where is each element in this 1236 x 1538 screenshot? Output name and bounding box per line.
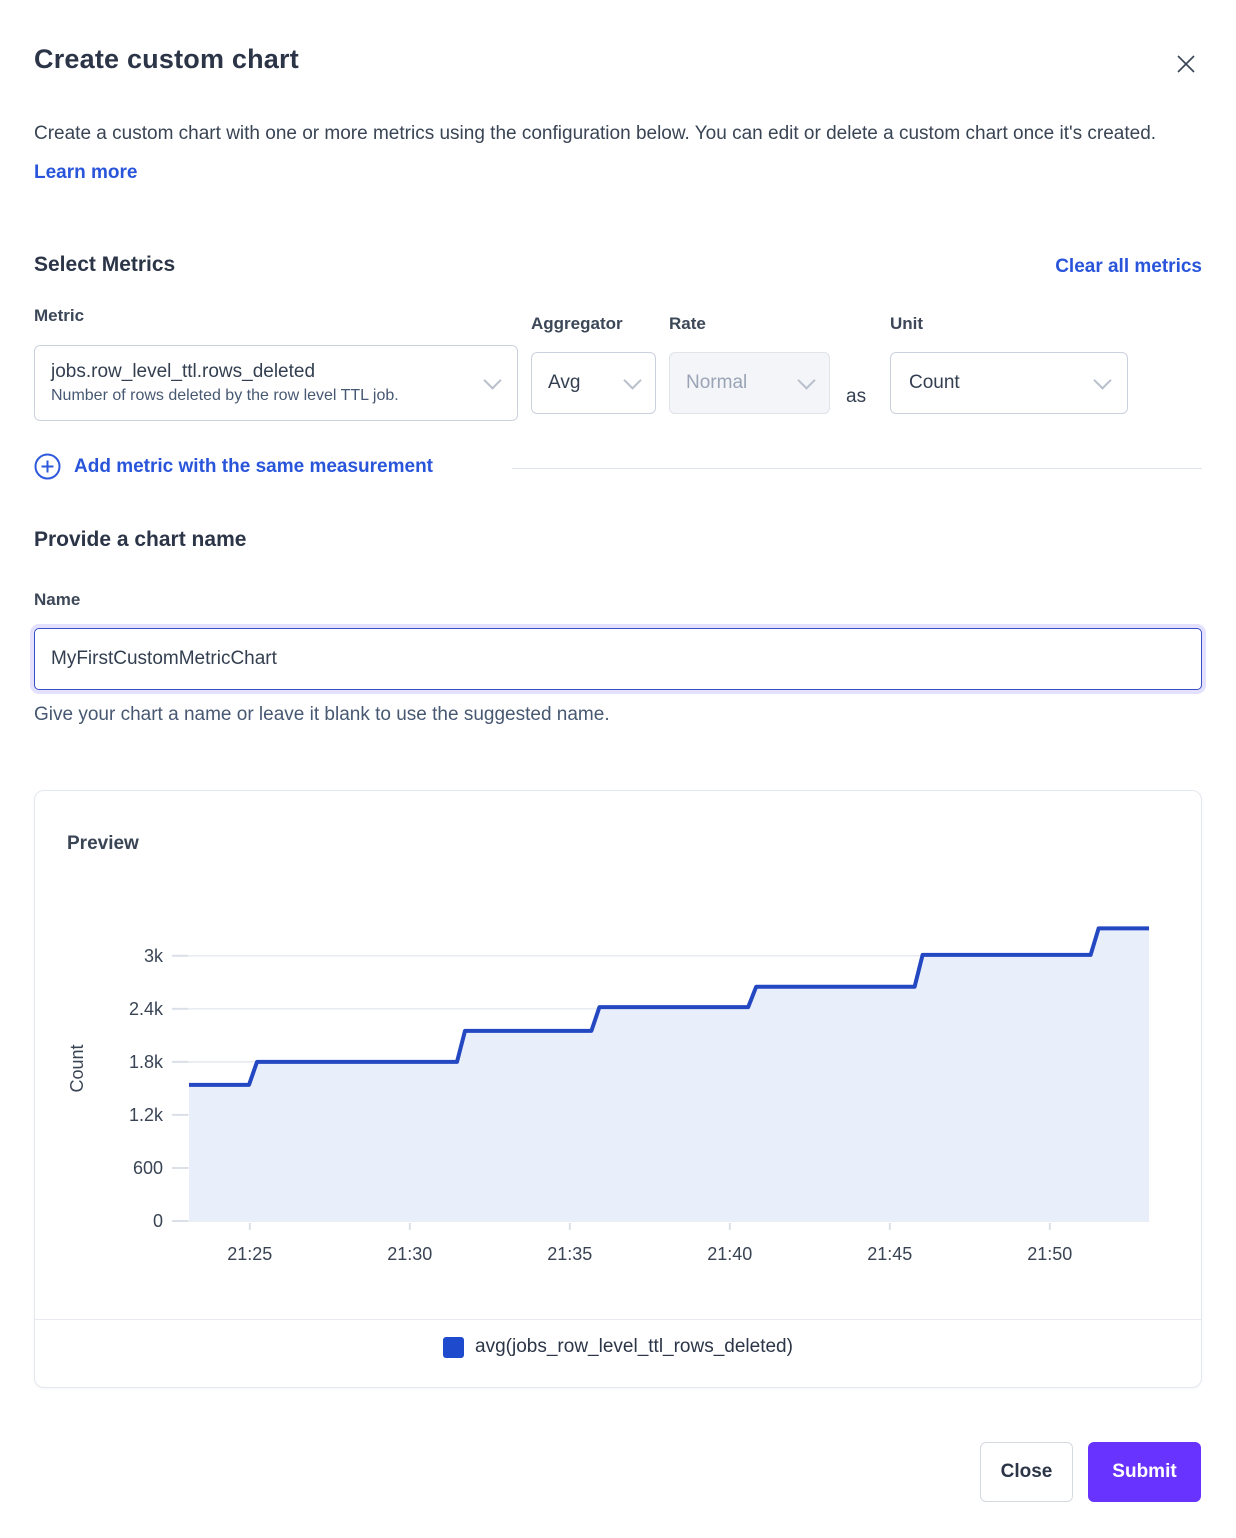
svg-text:1.2k: 1.2k bbox=[129, 1105, 164, 1125]
add-metric-button[interactable]: Add metric with the same measurement bbox=[34, 453, 433, 480]
description-text: Create a custom chart with one or more m… bbox=[34, 123, 1156, 144]
metric-select-description: Number of rows deleted by the row level … bbox=[51, 385, 486, 407]
add-metric-label: Add metric with the same measurement bbox=[74, 456, 433, 478]
divider bbox=[35, 1319, 1201, 1320]
svg-text:600: 600 bbox=[133, 1158, 163, 1178]
metric-column-label: Metric bbox=[34, 306, 84, 326]
svg-text:21:40: 21:40 bbox=[707, 1244, 752, 1264]
aggregator-select[interactable]: Avg bbox=[531, 352, 656, 414]
svg-text:21:30: 21:30 bbox=[387, 1244, 432, 1264]
svg-text:21:25: 21:25 bbox=[227, 1244, 272, 1264]
svg-text:Count: Count bbox=[67, 1044, 87, 1092]
chart-legend: avg(jobs_row_level_ttl_rows_deleted) bbox=[35, 1336, 1201, 1358]
preview-title: Preview bbox=[67, 833, 139, 855]
name-helper-text: Give your chart a name or leave it blank… bbox=[34, 704, 610, 726]
chart-name-heading: Provide a chart name bbox=[34, 528, 246, 552]
svg-text:21:50: 21:50 bbox=[1027, 1244, 1072, 1264]
submit-button-label: Submit bbox=[1112, 1461, 1176, 1483]
metric-select[interactable]: jobs.row_level_ttl.rows_deleted Number o… bbox=[34, 345, 518, 421]
select-metrics-heading: Select Metrics bbox=[34, 253, 175, 277]
add-circle-icon bbox=[34, 453, 61, 480]
legend-label: avg(jobs_row_level_ttl_rows_deleted) bbox=[475, 1336, 793, 1358]
preview-card: Preview 0 600 1.2k 1.8k 2.4k 3k 21:25 21:30 21:3… bbox=[34, 790, 1202, 1388]
as-label: as bbox=[846, 386, 866, 408]
rate-select-value: Normal bbox=[686, 372, 800, 394]
aggregator-select-value: Avg bbox=[548, 372, 626, 394]
rate-select: Normal bbox=[669, 352, 830, 414]
close-button[interactable]: Close bbox=[980, 1442, 1073, 1502]
rate-column-label: Rate bbox=[669, 314, 706, 334]
chevron-down-icon bbox=[623, 371, 641, 389]
metric-select-value: jobs.row_level_ttl.rows_deleted bbox=[51, 359, 486, 385]
svg-text:1.8k: 1.8k bbox=[129, 1052, 164, 1072]
svg-text:21:45: 21:45 bbox=[867, 1244, 912, 1264]
name-label: Name bbox=[34, 590, 80, 610]
legend-swatch-icon bbox=[443, 1337, 464, 1358]
divider bbox=[512, 468, 1202, 469]
svg-text:0: 0 bbox=[153, 1211, 163, 1231]
chevron-down-icon bbox=[483, 371, 501, 389]
svg-text:21:35: 21:35 bbox=[547, 1244, 592, 1264]
learn-more-link[interactable]: Learn more bbox=[34, 162, 137, 183]
name-input[interactable] bbox=[34, 628, 1202, 690]
unit-select[interactable]: Count bbox=[890, 352, 1128, 414]
close-icon bbox=[1175, 53, 1197, 75]
unit-column-label: Unit bbox=[890, 314, 923, 334]
close-button-label: Close bbox=[1001, 1461, 1053, 1483]
svg-text:2.4k: 2.4k bbox=[129, 999, 164, 1019]
aggregator-column-label: Aggregator bbox=[531, 314, 623, 334]
unit-select-value: Count bbox=[909, 372, 1096, 394]
modal-description: Create a custom chart with one or more m… bbox=[34, 114, 1176, 192]
chevron-down-icon bbox=[1093, 371, 1111, 389]
submit-button[interactable]: Submit bbox=[1088, 1442, 1201, 1502]
page-title: Create custom chart bbox=[34, 44, 299, 75]
create-custom-chart-modal: Create custom chart Create a custom char… bbox=[0, 0, 1236, 1538]
clear-all-metrics-link[interactable]: Clear all metrics bbox=[1055, 256, 1202, 278]
svg-text:3k: 3k bbox=[144, 946, 164, 966]
chevron-down-icon bbox=[797, 371, 815, 389]
preview-chart-svg: 0 600 1.2k 1.8k 2.4k 3k 21:25 21:30 21:35 21:40 21… bbox=[67, 901, 1171, 1269]
modal-close-button[interactable] bbox=[1168, 46, 1204, 82]
